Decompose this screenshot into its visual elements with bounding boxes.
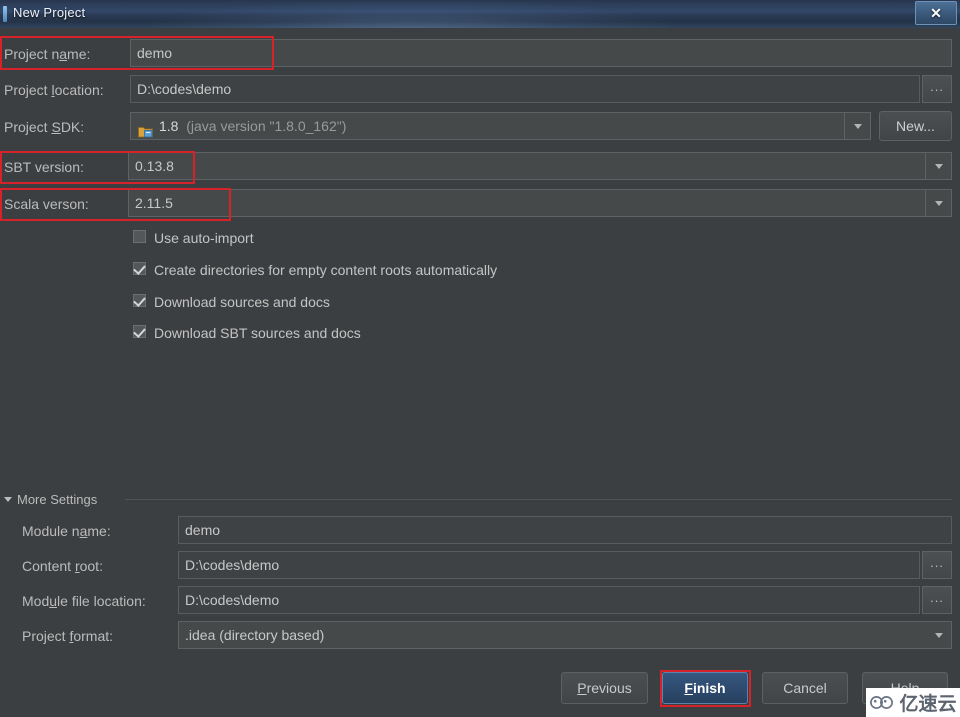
row-project-name: Project name: demo [0,39,960,69]
watermark-text: 亿速云 [899,694,957,715]
more-settings-toggle[interactable]: More Settings [4,492,97,508]
row-project-format: Project format: .idea (directory based) [0,621,960,651]
project-sdk-label: Project SDK: [4,119,85,135]
project-name-input[interactable]: demo [130,39,952,67]
content-root-label: Content root: [22,558,103,574]
window-title: New Project [13,5,86,20]
checkbox-unchecked-icon[interactable] [133,230,146,243]
project-sdk-combobox[interactable]: 1.8 (java version "1.8.0_162") [130,112,845,140]
window-titlebar: New Project ✕ [0,0,960,29]
row-project-sdk: Project SDK: 1.8 (java version "1.8.0_16… [0,111,960,142]
project-location-input[interactable]: D:\codes\demo [130,75,920,103]
module-file-location-input[interactable]: D:\codes\demo [178,586,920,614]
jdk-folder-icon [138,120,153,138]
project-sdk-version: 1.8 [159,118,179,134]
project-location-label: Project location: [4,82,104,98]
content-root-input[interactable]: D:\codes\demo [178,551,920,579]
cancel-button[interactable]: Cancel [762,672,848,704]
row-scala-version: Scala verson: 2.11.5 [0,189,960,219]
row-project-location: Project location: D:\codes\demo ... [0,75,960,105]
new-project-dialog: New Project ✕ Project name: demo Project… [0,0,960,717]
row-module-name: Module name: demo [0,516,960,546]
module-file-location-label: Module file location: [22,593,146,609]
module-name-label: Module name: [22,523,111,539]
window-icon [3,6,7,22]
project-sdk-chevron-down-icon[interactable] [845,112,871,140]
sbt-version-label: SBT version: [4,159,84,175]
project-sdk-description: (java version "1.8.0_162") [186,118,347,134]
more-settings-separator [125,499,952,500]
scala-version-combobox[interactable]: 2.11.5 [128,189,926,217]
row-sbt-version: SBT version: 0.13.8 [0,152,960,182]
row-content-root: Content root: D:\codes\demo ... [0,551,960,581]
row-module-file-location: Module file location: D:\codes\demo ... [0,586,960,616]
content-root-browse-button[interactable]: ... [922,551,952,579]
cloud-logo-icon [870,696,894,709]
finish-button[interactable]: Finish [662,672,748,704]
previous-button[interactable]: Previous [561,672,648,704]
module-file-location-browse-button[interactable]: ... [922,586,952,614]
project-location-browse-button[interactable]: ... [922,75,952,103]
new-sdk-button[interactable]: New... [879,111,952,141]
checkbox-checked-icon[interactable] [133,325,146,338]
dialog-content: Project name: demo Project location: D:\… [0,28,960,717]
checkbox-checked-icon[interactable] [133,294,146,307]
module-name-input[interactable]: demo [178,516,952,544]
watermark: 亿速云 [866,688,960,717]
project-format-combobox[interactable]: .idea (directory based) [178,621,952,649]
checkbox-checked-icon[interactable] [133,262,146,275]
project-format-label: Project format: [22,628,114,644]
sbt-version-combobox[interactable]: 0.13.8 [128,152,926,180]
chevron-down-icon [4,497,12,502]
sbt-version-chevron-down-icon[interactable] [926,152,952,180]
scala-version-chevron-down-icon[interactable] [926,189,952,217]
checkbox-label: Create directories for empty content roo… [154,262,498,278]
checkbox-label: Use auto-import [154,230,254,246]
project-format-chevron-down-icon[interactable] [926,621,952,649]
close-icon[interactable]: ✕ [915,1,957,25]
scala-version-label: Scala verson: [4,196,89,212]
checkbox-label: Download sources and docs [154,294,330,310]
checkbox-label: Download SBT sources and docs [154,325,361,341]
project-name-label: Project name: [4,46,91,62]
